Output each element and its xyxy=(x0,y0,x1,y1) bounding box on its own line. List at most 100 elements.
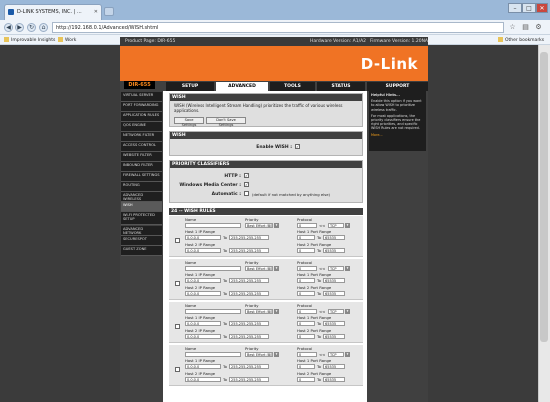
other-bookmarks[interactable]: Other bookmarks xyxy=(498,37,544,43)
help-more-link[interactable]: More... xyxy=(371,133,424,137)
rule-protocol-select[interactable]: TCP xyxy=(328,309,344,314)
host2-ip-start[interactable]: 0.0.0.0 xyxy=(185,334,221,339)
tab-advanced[interactable]: ADVANCED xyxy=(216,82,268,91)
host2-port-end[interactable]: 65535 xyxy=(323,377,345,382)
product-page-link[interactable]: Product Page: DIR-655 xyxy=(125,39,175,44)
wrench-icon[interactable]: ⚙ xyxy=(534,23,543,32)
rule-enable-checkbox[interactable] xyxy=(175,238,180,243)
host2-ip-end[interactable]: 255.255.255.255 xyxy=(229,291,269,296)
host1-ip-end[interactable]: 255.255.255.255 xyxy=(229,278,269,283)
home-icon[interactable]: ⌂ xyxy=(39,23,48,32)
host1-port-end[interactable]: 65535 xyxy=(323,321,345,326)
rule-name-input[interactable] xyxy=(185,266,241,271)
rule-priority-select[interactable]: Best Effort (BE) xyxy=(245,352,273,357)
host2-port-end[interactable]: 65535 xyxy=(323,291,345,296)
rule-priority-select[interactable]: Best Effort (BE) xyxy=(245,266,273,271)
minimize-button[interactable]: – xyxy=(508,3,522,13)
rule-protocol-input[interactable]: 0 xyxy=(297,223,317,228)
automatic-checkbox[interactable] xyxy=(244,191,249,196)
sidebar-item-advanced-wireless[interactable]: ADVANCED WIRELESS xyxy=(121,192,162,202)
host2-ip-end[interactable]: 255.255.255.255 xyxy=(229,377,269,382)
host2-ip-end[interactable]: 255.255.255.255 xyxy=(229,248,269,253)
host1-ip-end[interactable]: 255.255.255.255 xyxy=(229,235,269,240)
rule-protocol-input[interactable]: 0 xyxy=(297,309,317,314)
tab-support[interactable]: SUPPORT xyxy=(367,82,428,91)
http-checkbox[interactable]: ✓ xyxy=(244,173,249,178)
chevron-down-icon[interactable]: ▾ xyxy=(274,352,279,357)
host2-ip-start[interactable]: 0.0.0.0 xyxy=(185,377,221,382)
rule-protocol-input[interactable]: 0 xyxy=(297,266,317,271)
new-tab-button[interactable] xyxy=(104,7,114,16)
rule-enable-checkbox[interactable] xyxy=(175,367,180,372)
browser-tab[interactable]: D-LINK SYSTEMS, INC. | ... ✕ xyxy=(4,4,102,20)
sidebar-item-securespot[interactable]: SECURESPOT xyxy=(121,236,162,246)
chevron-down-icon[interactable]: ▾ xyxy=(345,223,350,228)
sidebar-item-firewall-settings[interactable]: FIREWALL SETTINGS xyxy=(121,172,162,182)
host1-port-end[interactable]: 65535 xyxy=(323,235,345,240)
rule-enable-checkbox[interactable] xyxy=(175,324,180,329)
close-window-button[interactable]: ✕ xyxy=(536,3,548,13)
rule-protocol-select[interactable]: TCP xyxy=(328,223,344,228)
sidebar-item-wps[interactable]: WI-FI PROTECTED SETUP xyxy=(121,212,162,225)
chevron-down-icon[interactable]: ▾ xyxy=(345,266,350,271)
rule-protocol-select[interactable]: TCP xyxy=(328,266,344,271)
rule-enable-checkbox[interactable] xyxy=(175,281,180,286)
host2-ip-end[interactable]: 255.255.255.255 xyxy=(229,334,269,339)
sidebar-item-virtual-server[interactable]: VIRTUAL SERVER xyxy=(121,92,162,102)
host2-port-start[interactable]: 0 xyxy=(297,291,315,296)
rule-name-input[interactable] xyxy=(185,352,241,357)
host1-port-start[interactable]: 0 xyxy=(297,278,315,283)
tab-close-icon[interactable]: ✕ xyxy=(94,9,98,15)
host1-ip-start[interactable]: 0.0.0.0 xyxy=(185,364,221,369)
bookmark-star-icon[interactable]: ☆ xyxy=(508,23,517,32)
tab-setup[interactable]: SETUP xyxy=(166,82,214,91)
bookmark-item[interactable]: Improvable Insights xyxy=(4,37,55,43)
forward-icon[interactable]: ▶ xyxy=(15,23,24,32)
back-icon[interactable]: ◀ xyxy=(4,23,13,32)
rule-protocol-input[interactable]: 0 xyxy=(297,352,317,357)
enable-wish-checkbox[interactable]: ✓ xyxy=(295,144,300,149)
scrollbar-thumb[interactable] xyxy=(540,52,548,342)
host2-port-start[interactable]: 0 xyxy=(297,334,315,339)
tab-status[interactable]: STATUS xyxy=(317,82,365,91)
sidebar-item-network-filter[interactable]: NETWORK FILTER xyxy=(121,132,162,142)
sidebar-item-port-forwarding[interactable]: PORT FORWARDING xyxy=(121,102,162,112)
host2-ip-start[interactable]: 0.0.0.0 xyxy=(185,291,221,296)
host2-port-end[interactable]: 65535 xyxy=(323,248,345,253)
chevron-down-icon[interactable]: ▾ xyxy=(274,266,279,271)
chevron-down-icon[interactable]: ▾ xyxy=(345,352,350,357)
host1-ip-start[interactable]: 0.0.0.0 xyxy=(185,321,221,326)
sidebar-item-qos-engine[interactable]: QOS ENGINE xyxy=(121,122,162,132)
rule-name-input[interactable] xyxy=(185,223,241,228)
chevron-down-icon[interactable]: ▾ xyxy=(274,309,279,314)
host2-port-end[interactable]: 65535 xyxy=(323,334,345,339)
host1-port-start[interactable]: 0 xyxy=(297,235,315,240)
save-settings-button[interactable]: Save Settings xyxy=(174,117,204,127)
host1-ip-end[interactable]: 255.255.255.255 xyxy=(229,321,269,326)
sidebar-item-application-rules[interactable]: APPLICATION RULES xyxy=(121,112,162,122)
sidebar-item-wish[interactable]: WISH xyxy=(121,202,162,212)
tab-tools[interactable]: TOOLS xyxy=(270,82,315,91)
host1-port-end[interactable]: 65535 xyxy=(323,364,345,369)
host1-ip-end[interactable]: 255.255.255.255 xyxy=(229,364,269,369)
rule-priority-select[interactable]: Best Effort (BE) xyxy=(245,309,273,314)
host1-port-end[interactable]: 65535 xyxy=(323,278,345,283)
rule-priority-select[interactable]: Best Effort (BE) xyxy=(245,223,273,228)
sidebar-item-inbound-filter[interactable]: INBOUND FILTER xyxy=(121,162,162,172)
rule-name-input[interactable] xyxy=(185,309,241,314)
url-field[interactable]: http://192.168.0.1/Advanced/WISH.shtml xyxy=(52,22,504,33)
host1-port-start[interactable]: 0 xyxy=(297,321,315,326)
dont-save-settings-button[interactable]: Don't Save Settings xyxy=(206,117,246,127)
host1-port-start[interactable]: 0 xyxy=(297,364,315,369)
maximize-button[interactable]: □ xyxy=(522,3,536,13)
sidebar-item-guest-zone[interactable]: GUEST ZONE xyxy=(121,246,162,256)
host1-ip-start[interactable]: 0.0.0.0 xyxy=(185,235,221,240)
rule-protocol-select[interactable]: TCP xyxy=(328,352,344,357)
reload-icon[interactable]: ↻ xyxy=(27,23,36,32)
host2-ip-start[interactable]: 0.0.0.0 xyxy=(185,248,221,253)
chevron-down-icon[interactable]: ▾ xyxy=(345,309,350,314)
chevron-down-icon[interactable]: ▾ xyxy=(274,223,279,228)
sidebar-item-routing[interactable]: ROUTING xyxy=(121,182,162,192)
host1-ip-start[interactable]: 0.0.0.0 xyxy=(185,278,221,283)
host2-port-start[interactable]: 0 xyxy=(297,248,315,253)
